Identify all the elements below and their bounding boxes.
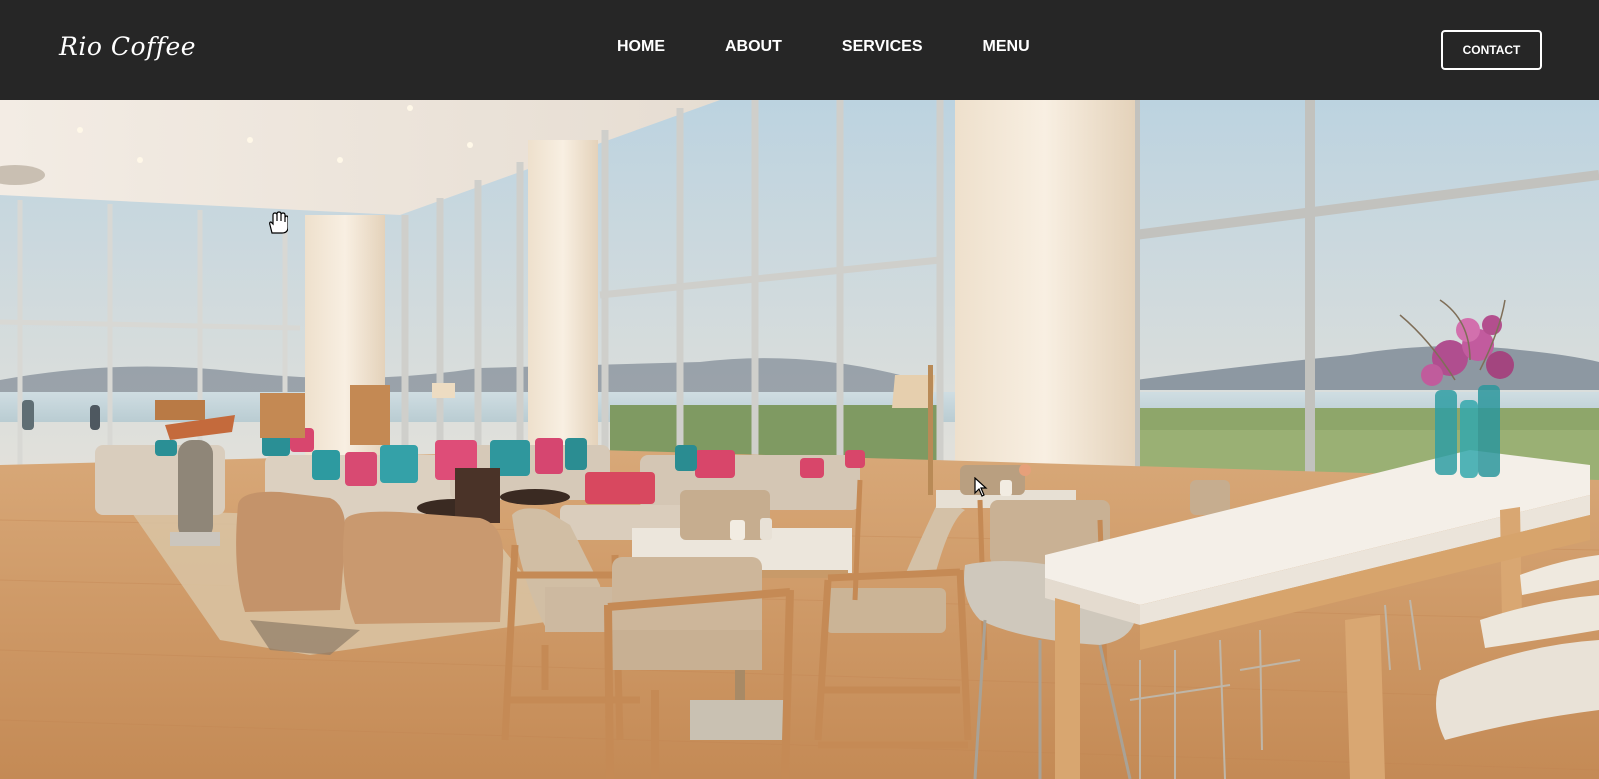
hand-cursor-icon <box>269 211 288 234</box>
arrow-cursor-icon <box>974 477 988 497</box>
brand-logo[interactable]: Rio Coffee <box>59 32 196 61</box>
cafe-lounge-photo <box>0 100 1599 779</box>
navbar: Rio Coffee HOME ABOUT SERVICES MENU CONT… <box>0 0 1599 100</box>
contact-button[interactable]: CONTACT <box>1441 30 1542 70</box>
nav-link-services[interactable]: SERVICES <box>842 38 923 56</box>
hero-image <box>0 100 1599 779</box>
nav-link-home[interactable]: HOME <box>617 38 665 56</box>
nav-link-about[interactable]: ABOUT <box>725 38 782 56</box>
nav-link-menu[interactable]: MENU <box>983 38 1030 56</box>
main-nav: HOME ABOUT SERVICES MENU <box>617 38 1030 56</box>
